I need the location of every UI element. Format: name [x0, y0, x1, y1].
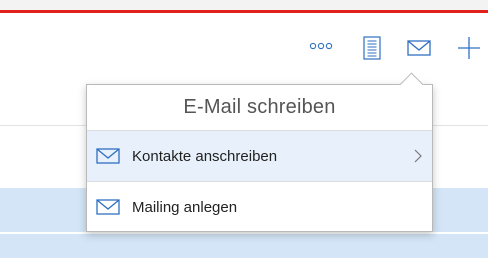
menu-item-kontakte-anschreiben[interactable]: Kontakte anschreiben [87, 131, 432, 181]
popover-arrow-cover [398, 85, 424, 94]
document-icon [363, 36, 381, 60]
add-button[interactable] [454, 33, 484, 63]
mail-icon [96, 199, 120, 215]
title-bar-strip [0, 0, 488, 10]
toolbar [0, 13, 488, 85]
plus-icon [458, 37, 480, 59]
mail-icon [96, 148, 120, 164]
menu-item-mailing-anlegen[interactable]: Mailing anlegen [87, 182, 432, 232]
more-options-icon [309, 42, 333, 50]
document-button[interactable] [360, 33, 384, 63]
email-popover: E-Mail schreiben Kontakte anschreiben Ma… [86, 84, 433, 232]
popover-title: E-Mail schreiben [183, 96, 336, 118]
background-selected-row-2 [0, 234, 488, 258]
menu-item-label: Kontakte anschreiben [132, 147, 278, 165]
mail-button[interactable] [404, 33, 434, 63]
more-options-button[interactable] [306, 31, 336, 61]
menu-item-label: Mailing anlegen [132, 198, 238, 216]
mail-icon [407, 40, 431, 56]
chevron-right-icon [414, 149, 422, 163]
